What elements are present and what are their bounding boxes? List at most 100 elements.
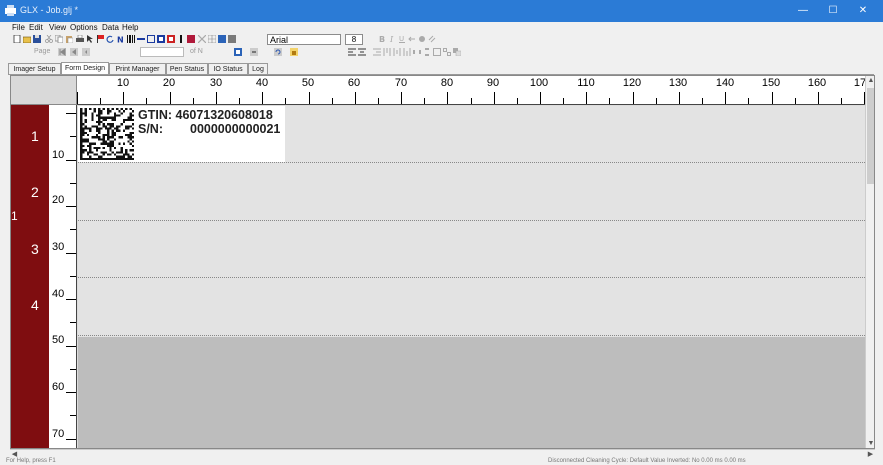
color-icon[interactable] <box>418 35 426 43</box>
red-flag-icon[interactable] <box>96 35 104 43</box>
vruler-label: 50 <box>52 334 65 346</box>
design-canvas[interactable]: GTIN: 46071320608018 S/N: 0000000000021 <box>78 106 865 448</box>
line-tool-icon[interactable] <box>137 35 145 43</box>
box-tool-icon[interactable] <box>147 35 155 43</box>
bold-icon[interactable]: B <box>378 35 386 43</box>
status-help-text: For Help, press F1 <box>6 458 56 464</box>
menu-file[interactable]: File <box>12 22 25 33</box>
refresh-icon[interactable] <box>274 48 282 56</box>
horizontal-scrollbar[interactable]: ◀ ▶ <box>10 449 875 458</box>
serial-number-value[interactable]: 0000000000021 <box>190 122 280 136</box>
image-tool-icon[interactable] <box>167 35 175 43</box>
hruler-tick <box>424 98 426 104</box>
arrange-icon[interactable] <box>453 48 461 56</box>
settings-icon[interactable] <box>228 35 236 43</box>
cut-icon[interactable] <box>45 35 53 43</box>
gtin-text[interactable]: GTIN: 46071320608018 <box>138 108 273 122</box>
align-right-icon[interactable] <box>373 48 381 56</box>
prev-page-icon[interactable] <box>70 48 78 56</box>
row-number-3[interactable]: 3 <box>31 241 39 257</box>
align-bottom-icon[interactable] <box>403 48 411 56</box>
open-folder-icon[interactable] <box>23 35 31 43</box>
vertical-scrollbar[interactable]: ▲ ▼ <box>865 76 874 448</box>
first-page-icon[interactable] <box>58 48 66 56</box>
text-tool-icon[interactable]: N <box>117 35 125 44</box>
copy-icon[interactable] <box>55 35 63 43</box>
align-left-icon[interactable] <box>348 48 356 56</box>
space-horizontal-icon[interactable] <box>413 48 421 56</box>
new-file-icon[interactable] <box>13 35 21 43</box>
help-pointer-icon[interactable] <box>86 35 94 43</box>
align-middle-icon[interactable] <box>393 48 401 56</box>
maximize-button[interactable]: ☐ <box>818 0 848 22</box>
datamatrix-tool-icon[interactable] <box>157 35 165 43</box>
vertical-ruler: 10 20 30 40 50 60 70 <box>49 105 77 448</box>
underline-icon[interactable]: U <box>398 35 406 43</box>
menu-view[interactable]: View <box>49 22 66 33</box>
hruler-tick <box>632 92 634 104</box>
row-separator <box>78 277 865 278</box>
close-button[interactable]: ✕ <box>848 0 878 22</box>
font-size-combo[interactable]: 8 <box>345 34 363 45</box>
vruler-tick <box>66 206 76 207</box>
zoom-icon[interactable] <box>250 48 258 56</box>
menu-help[interactable]: Help <box>122 22 138 33</box>
link-icon[interactable] <box>428 35 436 43</box>
graphic-tool-icon[interactable] <box>187 35 195 43</box>
non-printable-region <box>78 337 865 448</box>
label-object[interactable]: GTIN: 46071320608018 S/N: 0000000000021 <box>78 106 285 162</box>
align-top-icon[interactable] <box>383 48 391 56</box>
rotate-icon[interactable] <box>106 35 114 43</box>
preview-icon[interactable] <box>218 35 226 43</box>
row-number-4[interactable]: 4 <box>31 297 39 313</box>
save-icon[interactable] <box>33 35 41 43</box>
ungroup-icon[interactable] <box>443 48 451 56</box>
align-center-icon[interactable] <box>358 48 366 56</box>
scroll-up-icon[interactable]: ▲ <box>866 76 874 86</box>
hruler-tick <box>262 92 264 104</box>
hruler-label: 50 <box>301 77 315 89</box>
datamatrix-barcode[interactable] <box>80 108 134 160</box>
menu-options[interactable]: Options <box>70 22 98 33</box>
menu-data[interactable]: Data <box>102 22 119 33</box>
page-number-field[interactable] <box>140 47 184 57</box>
font-name-combo[interactable]: Arial <box>267 34 341 45</box>
italic-icon[interactable]: I <box>388 35 396 43</box>
form-design-area: 10 20 30 40 50 60 70 80 90 100 110 120 1… <box>10 75 875 449</box>
vertical-scroll-thumb[interactable] <box>867 88 874 184</box>
row-number-1[interactable]: 1 <box>31 128 39 144</box>
minimize-button[interactable]: — <box>788 0 818 22</box>
hruler-tick <box>840 98 842 104</box>
mirror-icon[interactable] <box>408 35 416 43</box>
vruler-tick <box>70 415 76 417</box>
hruler-tick <box>493 92 495 104</box>
vruler-label: 70 <box>52 428 65 440</box>
row-number-2[interactable]: 2 <box>31 184 39 200</box>
step-back-icon[interactable] <box>82 48 90 56</box>
paste-icon[interactable] <box>65 35 73 43</box>
scroll-down-icon[interactable]: ▼ <box>866 439 874 448</box>
hruler-label: 120 <box>622 77 642 89</box>
print-row-strip: 1 2 3 4 1 <box>11 105 49 448</box>
title-bar[interactable]: GLX - Job.glj * — ☐ ✕ <box>0 0 883 22</box>
barcode-tool-icon[interactable] <box>127 35 135 43</box>
hruler-tick <box>285 98 287 104</box>
field-tool-icon[interactable] <box>177 35 185 43</box>
grid-icon[interactable] <box>208 35 216 43</box>
vruler-tick <box>70 275 76 277</box>
vruler-tick <box>66 252 76 254</box>
hruler-label: 40 <box>255 77 269 89</box>
hruler-tick <box>215 92 217 104</box>
group-icon[interactable] <box>433 48 441 56</box>
serial-number-label[interactable]: S/N: <box>138 122 163 136</box>
delete-icon[interactable] <box>198 35 206 43</box>
menu-edit[interactable]: Edit <box>29 22 43 33</box>
layout-view-icon[interactable] <box>234 48 242 56</box>
hruler-tick <box>540 92 541 104</box>
row-separator <box>78 162 865 163</box>
lock-icon[interactable] <box>290 48 298 56</box>
print-icon[interactable] <box>76 35 84 43</box>
space-vertical-icon[interactable] <box>423 48 431 56</box>
app-icon <box>5 5 16 16</box>
hruler-label: 90 <box>486 77 500 89</box>
